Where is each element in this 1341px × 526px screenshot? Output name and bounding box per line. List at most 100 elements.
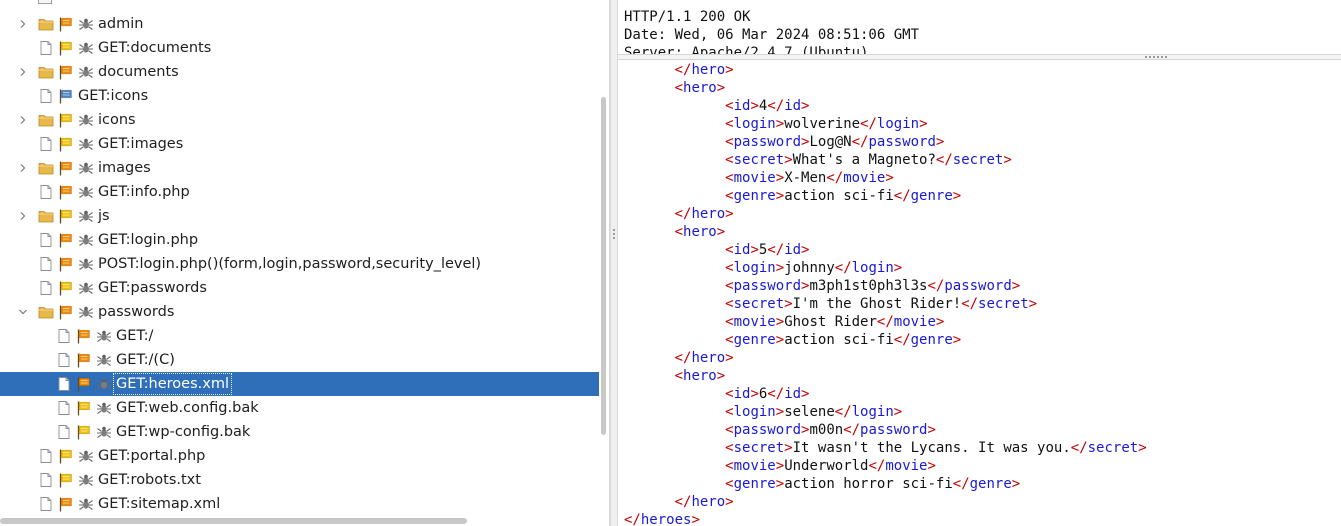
tree-expander <box>16 84 30 108</box>
tree-expander[interactable] <box>16 108 30 132</box>
xml-tag-name: secret <box>733 152 785 168</box>
tree-node-label: POST:login.php()(form,login,password,sec… <box>98 256 482 272</box>
page-icon <box>40 41 52 55</box>
tree-vertical-scrollbar[interactable] <box>601 97 606 435</box>
tree-request-node[interactable]: GET:web.config.bak <box>0 396 599 420</box>
xml-bracket: < <box>725 332 734 348</box>
tree-folder-node[interactable]: documents <box>0 60 599 84</box>
tree-request-node[interactable]: POST:login.php()(form,login,password,sec… <box>0 252 599 276</box>
xml-tag-name: hero <box>683 368 717 384</box>
chevron-down-icon[interactable] <box>18 307 28 317</box>
tree-folder-node[interactable]: passwords <box>0 300 599 324</box>
xml-bracket: > <box>784 296 793 312</box>
xml-value: action sci-fi <box>784 188 894 204</box>
tree-node-label: GET:/ <box>116 328 154 344</box>
tree-folder-node[interactable]: images <box>0 156 599 180</box>
xml-value: X-Men <box>784 170 827 186</box>
xml-indent <box>624 296 725 312</box>
tree-request-node[interactable]: GET:/ <box>0 324 599 348</box>
tree-request-node[interactable]: GET:icons <box>0 84 599 108</box>
tree-expander[interactable] <box>16 300 30 324</box>
xml-bracket: < <box>674 224 684 240</box>
xml-value: action sci-fi <box>784 332 894 348</box>
xml-bracket: < <box>725 134 734 150</box>
tree-request-node[interactable]: GET:heroes.xml <box>0 372 599 396</box>
xml-bracket: > <box>1028 296 1038 312</box>
xml-bracket: > <box>893 404 903 420</box>
xml-bracket: > <box>775 404 785 420</box>
xml-tag-name: id <box>733 386 751 402</box>
xml-bracket: > <box>725 494 734 510</box>
response-header-line: Server: Apache/2.4.7 (Ubuntu) <box>624 45 869 54</box>
xml-bracket: > <box>775 476 785 492</box>
flag-icon <box>59 233 72 248</box>
tree-expander[interactable] <box>16 204 30 228</box>
tree-folder-node[interactable]: js <box>0 204 599 228</box>
tree-folder-node[interactable]: admin <box>0 12 599 36</box>
xml-tag-name: movie <box>733 170 776 186</box>
xml-bracket: </ <box>674 494 692 510</box>
xml-indent <box>624 188 725 204</box>
tree-request-node[interactable]: GET:portal.php <box>0 444 599 468</box>
chevron-right-icon[interactable] <box>18 19 28 29</box>
xml-bracket: < <box>725 314 734 330</box>
tree-node-label: images <box>98 160 151 176</box>
xml-tag-name: hero <box>683 80 717 96</box>
spider-icon <box>79 210 93 222</box>
page-icon <box>40 257 52 271</box>
xml-indent <box>624 224 675 240</box>
tree-request-node[interactable]: GET:sitemap.xml <box>0 492 599 516</box>
tree-request-node[interactable]: GET:info.php <box>0 180 599 204</box>
xml-tag-name: id <box>733 242 751 258</box>
tree-expander[interactable] <box>16 12 30 36</box>
xml-bracket: < <box>674 80 684 96</box>
chevron-right-icon[interactable] <box>18 211 28 221</box>
flag-icon <box>59 497 72 512</box>
xml-bracket: < <box>725 278 734 294</box>
splitter-grip-icon <box>1145 56 1167 58</box>
xml-line: </hero> <box>624 349 734 367</box>
flag-icon <box>77 329 90 344</box>
xml-bracket: </ <box>674 350 692 366</box>
tree-request-node[interactable]: GET:documents <box>0 36 599 60</box>
tree-expander[interactable] <box>16 60 30 84</box>
chevron-right-icon[interactable] <box>18 67 28 77</box>
xml-bracket: < <box>725 260 734 276</box>
xml-tag-name: password <box>868 134 936 150</box>
pane-splitter[interactable] <box>610 0 618 526</box>
tree-request-node[interactable]: GET:wp-config.bak <box>0 420 599 444</box>
tree-expander[interactable] <box>16 156 30 180</box>
xml-bracket: > <box>725 62 734 78</box>
xml-value: It wasn't the Lycans. It was you. <box>792 440 1071 456</box>
tree-request-node[interactable]: GET:robots.txt <box>0 468 599 492</box>
page-icon <box>58 401 70 415</box>
tree-node-label: GET:wp-config.bak <box>116 424 251 440</box>
flag-icon <box>59 449 72 464</box>
response-headers-view[interactable]: HTTP/1.1 200 OK Date: Wed, 06 Mar 2024 0… <box>618 0 1341 54</box>
response-body-view[interactable]: </hero> <hero> <id>4</id> <login>wolveri… <box>618 60 1341 526</box>
xml-line: <login>wolverine</login> <box>624 115 927 133</box>
flag-icon <box>59 209 72 224</box>
xml-indent <box>624 476 725 492</box>
chevron-right-icon[interactable] <box>18 115 28 125</box>
page-icon <box>40 89 52 103</box>
xml-bracket: < <box>725 386 734 402</box>
xml-line: <login>johnny</login> <box>624 259 902 277</box>
tree-request-node[interactable]: GET:images <box>0 132 599 156</box>
tree-request-node[interactable]: GET:passwords <box>0 276 599 300</box>
xml-tag-name: login <box>851 260 894 276</box>
tree-folder-node[interactable]: icons <box>0 108 599 132</box>
response-pane: HTTP/1.1 200 OK Date: Wed, 06 Mar 2024 0… <box>618 0 1341 526</box>
tree-request-node[interactable]: GET:login.php <box>0 228 599 252</box>
xml-bracket: < <box>725 116 734 132</box>
tree-request-node[interactable]: GET:/(C) <box>0 348 599 372</box>
tree-horizontal-scrollbar[interactable] <box>0 518 467 524</box>
xml-indent <box>624 152 725 168</box>
chevron-right-icon[interactable] <box>18 163 28 173</box>
page-icon <box>58 353 70 367</box>
xml-value: m00n <box>809 422 844 438</box>
sites-tree-pane[interactable]: admin GET:documents documents GET:icons icon… <box>0 0 610 526</box>
xml-value: wolverine <box>784 116 861 132</box>
xml-bracket: < <box>725 422 734 438</box>
folder-icon <box>38 211 54 223</box>
